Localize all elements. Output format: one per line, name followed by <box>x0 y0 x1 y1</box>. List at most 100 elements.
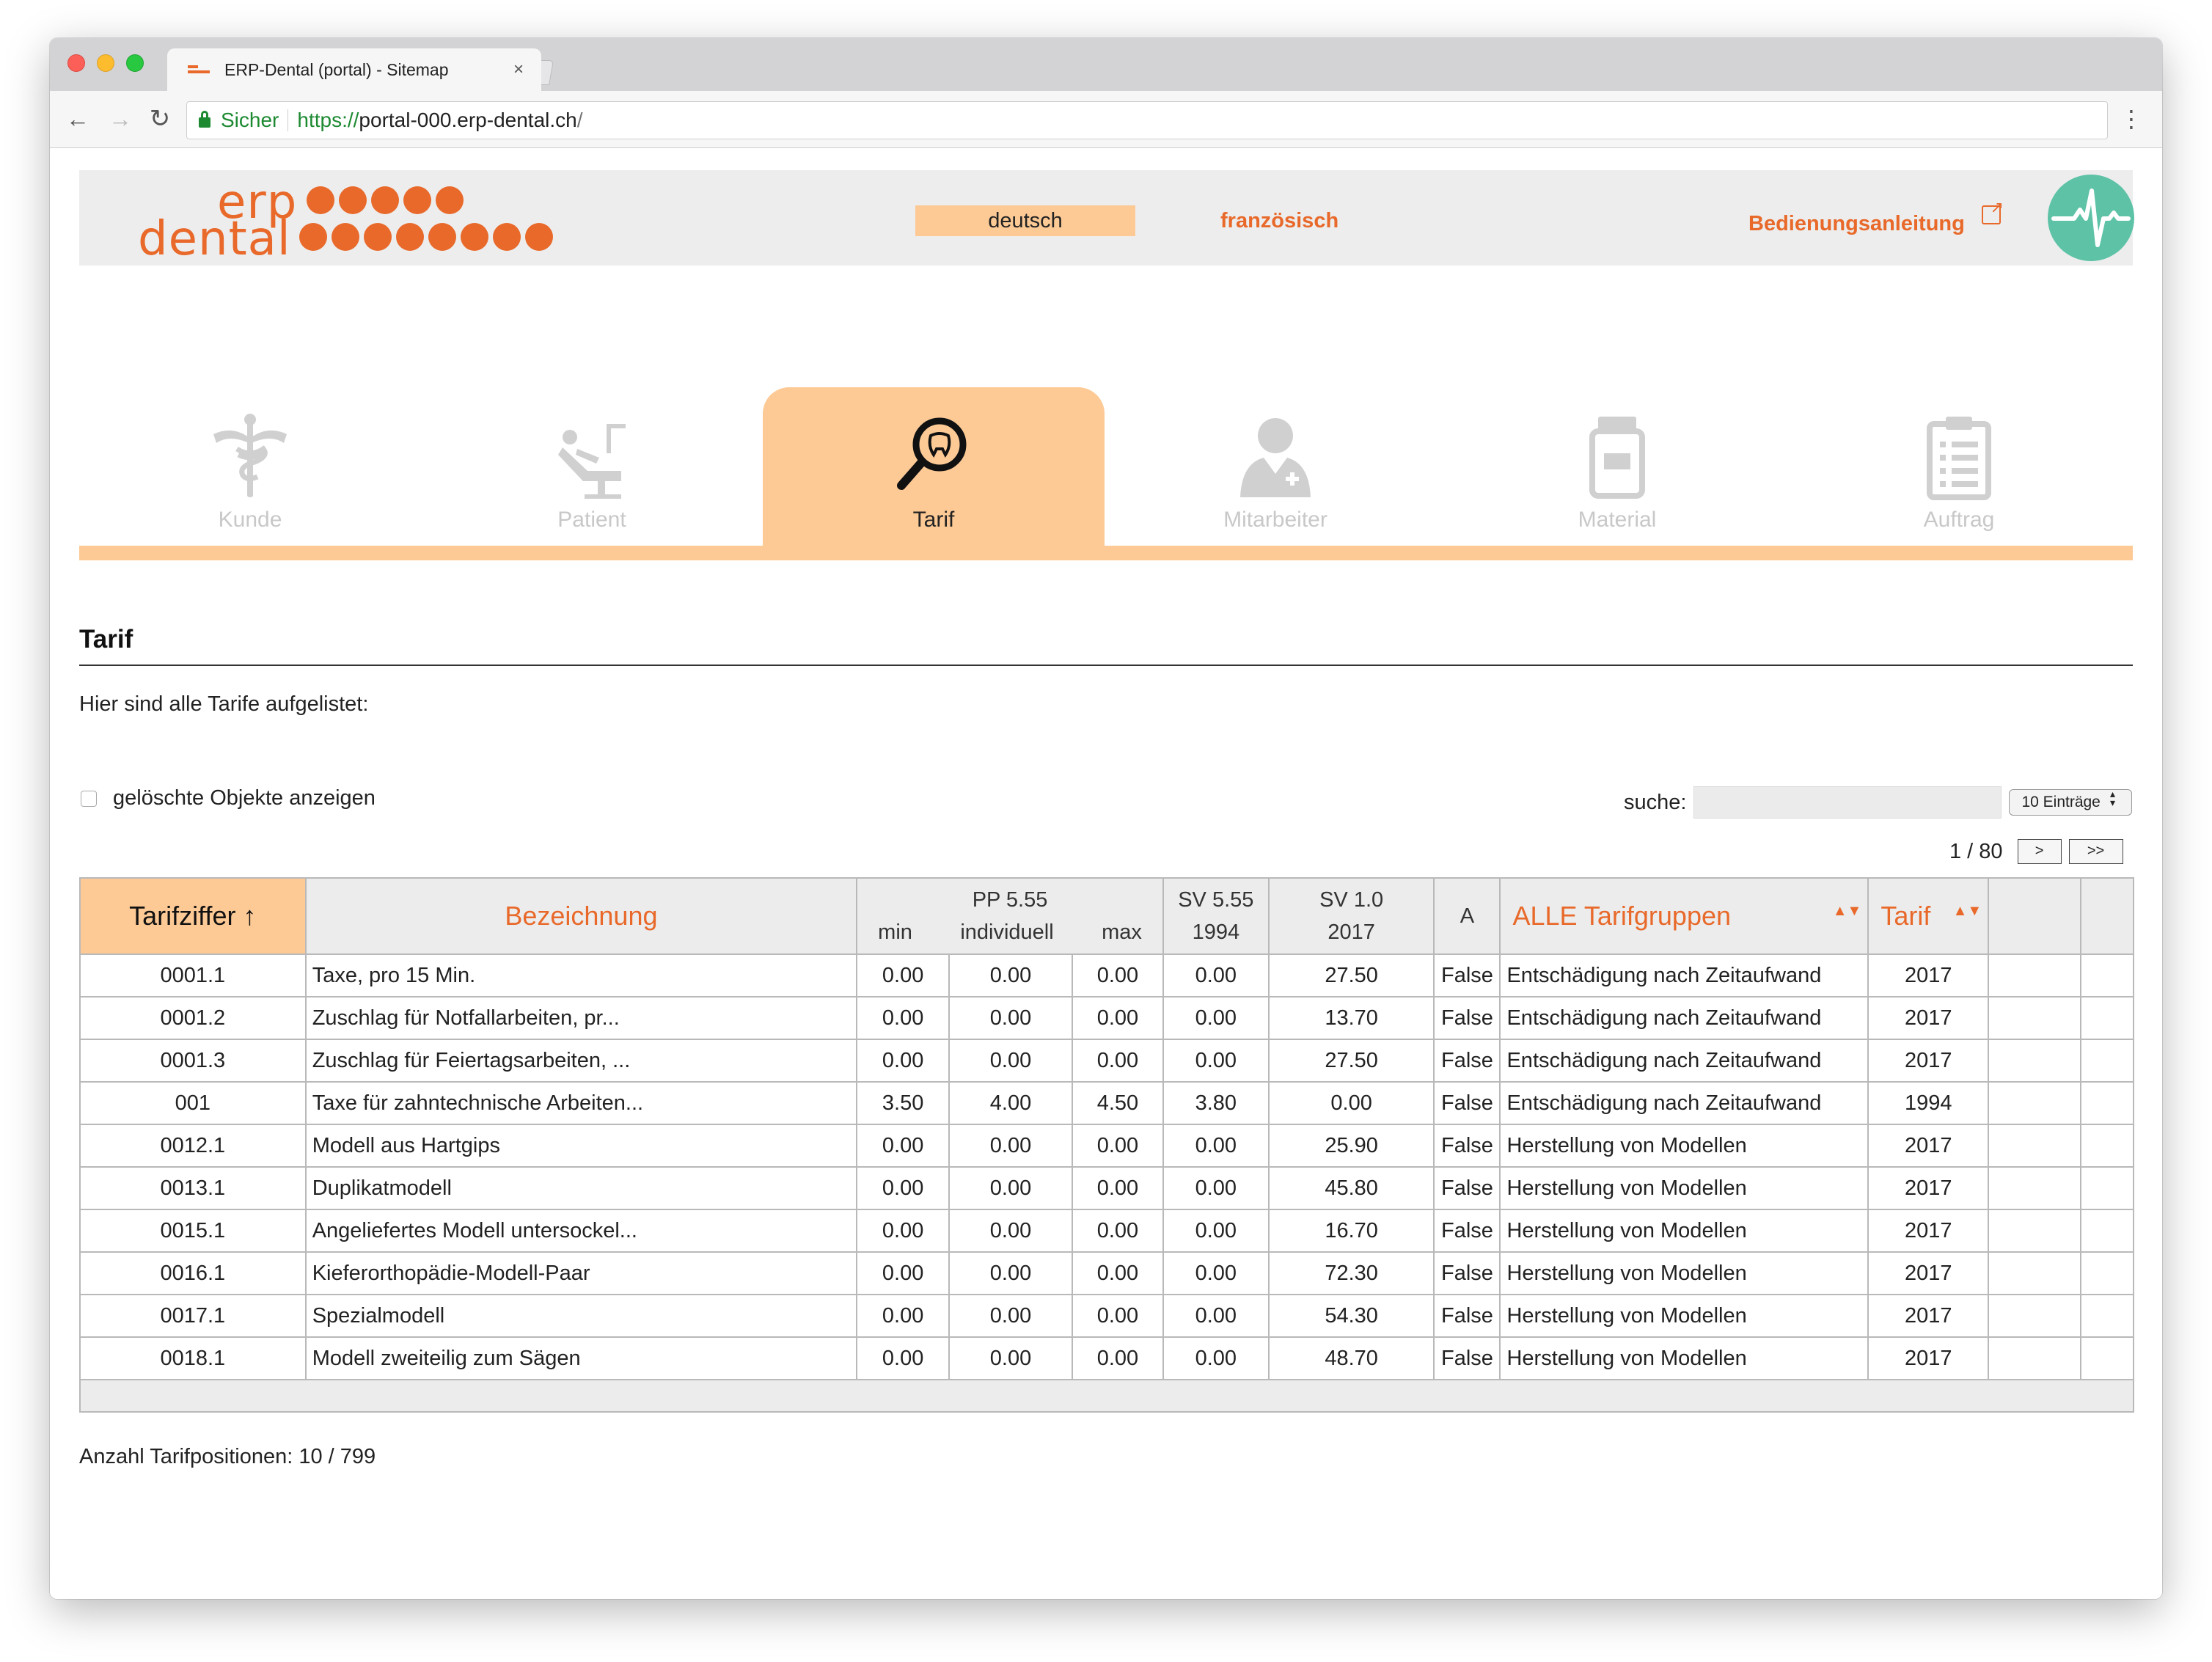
reload-button[interactable]: ↻ <box>145 103 175 135</box>
cell-tarifziffer[interactable]: 0017.1 <box>79 1294 307 1338</box>
erp-dental-logo[interactable]: erp dental <box>138 179 563 266</box>
cell-sv-5-55: 0.00 <box>1162 1039 1270 1083</box>
browser-tab[interactable]: ERP-Dental (portal) - Sitemap × <box>167 48 541 91</box>
last-page-button[interactable]: >> <box>2068 839 2123 864</box>
table-row[interactable]: 0017.1 Spezialmodell 0.00 0.00 0.00 0.00 54.30… <box>79 1294 2134 1338</box>
show-deleted-checkbox[interactable] <box>81 790 97 807</box>
module-kunde[interactable]: Kunde <box>79 387 421 546</box>
cell-tarifziffer[interactable]: 0001.3 <box>79 1039 307 1083</box>
table-row[interactable]: 0001.2 Zuschlag für Notfallarbeiten, pr..… <box>79 996 2134 1040</box>
col-a[interactable]: A <box>1433 877 1501 955</box>
module-nav: Kunde Patient Tarif Mitarbeiter Material… <box>79 387 2133 560</box>
module-mitarbeiter[interactable]: Mitarbeiter <box>1105 387 1446 546</box>
cell-bezeichnung[interactable]: Modell aus Hartgips <box>304 1124 858 1168</box>
cell-sv-1-0: 27.50 <box>1267 953 1435 997</box>
address-bar[interactable]: Sicher https:// portal-000.erp-dental.ch… <box>186 101 2108 139</box>
minimize-window-button[interactable] <box>97 54 114 72</box>
table-row[interactable]: 0001.3 Zuschlag für Feiertagsarbeiten, ..… <box>79 1039 2134 1083</box>
col-sv-1-0[interactable]: SV 1.0 2017 <box>1267 877 1435 955</box>
cell-pp-max: 0.00 <box>1071 1166 1164 1210</box>
tab-title: ERP-Dental (portal) - Sitemap <box>224 59 449 79</box>
cell-action-1 <box>1988 1294 2081 1338</box>
cell-bezeichnung[interactable]: Angeliefertes Modell untersockel... <box>304 1209 858 1253</box>
table-row[interactable]: 0015.1 Angeliefertes Modell untersockel..… <box>79 1209 2134 1253</box>
tab-close-icon[interactable]: × <box>513 59 524 80</box>
cell-tarifziffer[interactable]: 0001.2 <box>79 996 307 1040</box>
logo-dental-text: dental <box>138 212 291 266</box>
module-auftrag[interactable]: Auftrag <box>1788 387 2130 546</box>
table-row[interactable]: 0018.1 Modell zweiteilig zum Sägen 0.00 0.0… <box>79 1336 2134 1380</box>
cell-bezeichnung[interactable]: Zuschlag für Notfallarbeiten, pr... <box>304 996 858 1040</box>
cell-bezeichnung[interactable]: Modell zweiteilig zum Sägen <box>304 1336 858 1380</box>
cell-tarifgruppe: Entschädigung nach Zeitaufwand <box>1499 1039 1869 1083</box>
cell-tarifziffer[interactable]: 0018.1 <box>79 1336 307 1380</box>
cell-tarifziffer[interactable]: 0001.1 <box>79 953 307 997</box>
cell-bezeichnung[interactable]: Taxe für zahntechnische Arbeiten... <box>304 1081 858 1125</box>
cell-pp-individuell: 4.00 <box>948 1081 1073 1125</box>
col-pp-individuell[interactable]: individuell <box>960 916 1053 948</box>
cell-pp-individuell: 0.00 <box>948 953 1073 997</box>
cell-tarifgruppe: Entschädigung nach Zeitaufwand <box>1499 953 1869 997</box>
cell-a: False <box>1433 1039 1501 1083</box>
col-sv-5-55[interactable]: SV 5.55 1994 <box>1162 877 1270 955</box>
cell-pp-min: 0.00 <box>856 1039 951 1083</box>
cell-tarifgruppe: Herstellung von Modellen <box>1499 1294 1869 1338</box>
maximize-window-button[interactable] <box>126 54 144 72</box>
col-tarifgruppen-filter[interactable]: ALLE Tarifgruppen ▲▼ <box>1499 877 1869 955</box>
back-button[interactable]: ← <box>63 103 92 135</box>
cell-sv-1-0: 54.30 <box>1267 1294 1435 1338</box>
module-patient[interactable]: Patient <box>421 387 763 546</box>
language-deutsch[interactable]: deutsch <box>915 205 1135 236</box>
table-row[interactable]: 0001.1 Taxe, pro 15 Min. 0.00 0.00 0.00 0.00 2… <box>79 953 2134 997</box>
table-row[interactable]: 0016.1 Kieferorthopädie-Modell-Paar 0.00 0.… <box>79 1251 2134 1295</box>
cell-tarifziffer[interactable]: 001 <box>79 1081 307 1125</box>
next-page-button[interactable]: > <box>2017 839 2062 864</box>
browser-menu-icon[interactable]: ⋮ <box>2120 104 2143 133</box>
forward-button[interactable]: → <box>106 103 135 135</box>
manual-link[interactable]: Bedienungsanleitung <box>1748 208 1965 239</box>
cell-action-2 <box>2080 996 2134 1040</box>
table-footer <box>79 1379 2134 1413</box>
show-deleted-toggle[interactable]: gelöschte Objekte anzeigen <box>81 786 376 810</box>
col-tarif-filter[interactable]: Tarif ▲▼ <box>1867 877 1990 955</box>
module-label-material: Material <box>1578 508 1657 532</box>
cell-a: False <box>1433 953 1501 997</box>
external-link-icon[interactable] <box>1982 198 2004 224</box>
module-material[interactable]: Material <box>1446 387 1788 546</box>
table-row[interactable]: 0013.1 Duplikatmodell 0.00 0.00 0.00 0.00 45.8… <box>79 1166 2134 1210</box>
col-pp-min[interactable]: min <box>878 916 912 948</box>
cell-sv-5-55: 0.00 <box>1162 1294 1270 1338</box>
close-window-button[interactable] <box>67 54 85 72</box>
tarif-count: Anzahl Tarifpositionen: 10 / 799 <box>79 1445 376 1468</box>
module-tarif[interactable]: Tarif <box>763 387 1105 546</box>
cell-tarifziffer[interactable]: 0015.1 <box>79 1209 307 1253</box>
cell-bezeichnung[interactable]: Kieferorthopädie-Modell-Paar <box>304 1251 858 1295</box>
cell-bezeichnung[interactable]: Duplikatmodell <box>304 1166 858 1210</box>
col-pp-max[interactable]: max <box>1102 916 1142 948</box>
cell-pp-min: 0.00 <box>856 953 951 997</box>
entries-select[interactable]: 10 Einträge <box>2009 788 2133 816</box>
col-bezeichnung[interactable]: Bezeichnung <box>304 877 858 955</box>
cell-pp-max: 0.00 <box>1071 953 1164 997</box>
cell-bezeichnung[interactable]: Taxe, pro 15 Min. <box>304 953 858 997</box>
cell-tarifgruppe: Entschädigung nach Zeitaufwand <box>1499 996 1869 1040</box>
table-row[interactable]: 0012.1 Modell aus Hartgips 0.00 0.00 0.00 0.0… <box>79 1124 2134 1168</box>
cell-tarifziffer[interactable]: 0016.1 <box>79 1251 307 1295</box>
cell-a: False <box>1433 1166 1501 1210</box>
cell-pp-individuell: 0.00 <box>948 1251 1073 1295</box>
cell-bezeichnung[interactable]: Spezialmodell <box>304 1294 858 1338</box>
module-nav-bar <box>79 546 2133 560</box>
cell-action-1 <box>1988 1039 2081 1083</box>
dental-chair-icon <box>548 412 636 500</box>
cell-a: False <box>1433 996 1501 1040</box>
col-tarifziffer[interactable]: Tarifziffer ↑ <box>79 877 307 955</box>
table-row[interactable]: 001 Taxe für zahntechnische Arbeiten... 3.… <box>79 1081 2134 1125</box>
cell-bezeichnung[interactable]: Zuschlag für Feiertagsarbeiten, ... <box>304 1039 858 1083</box>
cell-tarifziffer[interactable]: 0012.1 <box>79 1124 307 1168</box>
search-input[interactable] <box>1693 786 2002 819</box>
cell-tarifziffer[interactable]: 0013.1 <box>79 1166 307 1210</box>
cell-action-1 <box>1988 996 2081 1040</box>
cell-sv-5-55: 0.00 <box>1162 1209 1270 1253</box>
cell-pp-max: 0.00 <box>1071 1294 1164 1338</box>
language-franzoesisch[interactable]: französisch <box>1220 205 1338 236</box>
